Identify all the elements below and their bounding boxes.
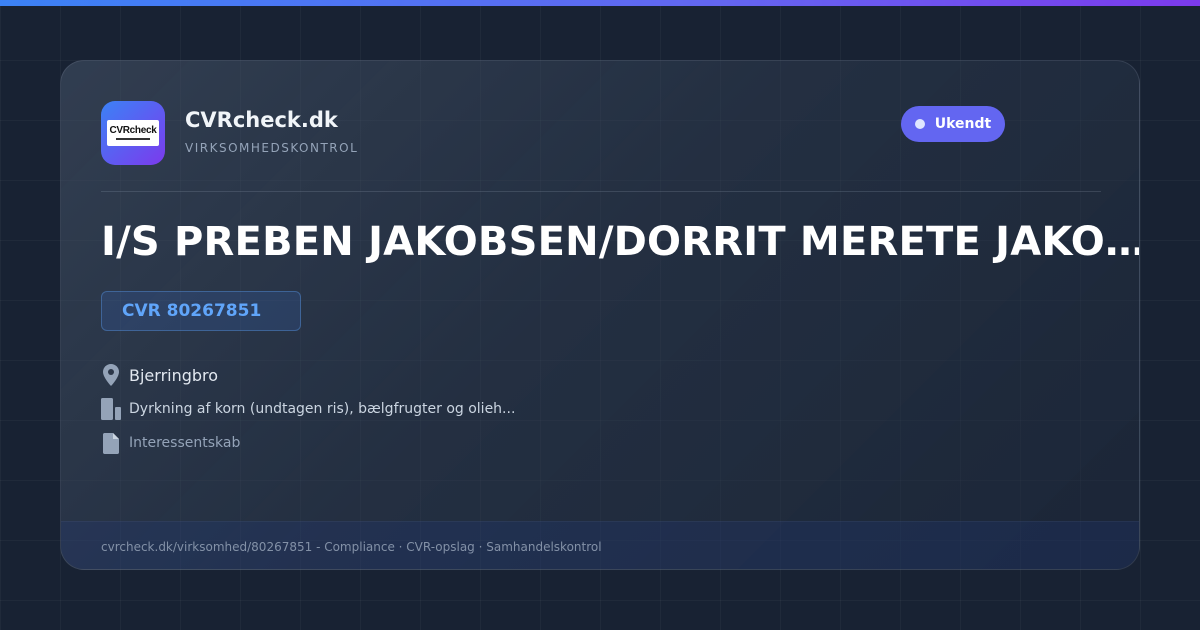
logo-underline (116, 138, 150, 140)
status-label: Ukendt (934, 116, 992, 132)
brand-logo: CVRcheck (101, 101, 165, 165)
company-type: Interessentskab (129, 435, 241, 451)
logo-text: CVRcheck (109, 125, 157, 136)
footer-text: cvrcheck.dk/virksomhed/80267851 - Compli… (101, 539, 602, 554)
company-name: I/S PREBEN JAKOBSEN/DORRIT MERETE JAKOBS… (101, 219, 1140, 265)
brand-tagline: VIRKSOMHEDSKONTROL (185, 141, 359, 155)
info-row-industry: Dyrkning af korn (undtagen ris), bælgfru… (101, 397, 515, 421)
info-row-city: Bjerringbro (101, 363, 218, 387)
building-icon (101, 397, 121, 421)
brand-name: CVRcheck.dk (185, 108, 338, 132)
top-accent-bar (0, 0, 1200, 6)
footer: cvrcheck.dk/virksomhed/80267851 - Compli… (61, 521, 1139, 569)
company-industry: Dyrkning af korn (undtagen ris), bælgfru… (129, 401, 516, 417)
status-dot-icon (914, 119, 925, 129)
cvr-number-badge: CVR 80267851 (101, 291, 301, 331)
company-card: CVRcheck CVRcheck.dk VIRKSOMHEDSKONTROL … (60, 60, 1140, 570)
location-pin-icon (101, 363, 121, 387)
status-badge: Ukendt (901, 106, 1005, 142)
info-row-company-type: Interessentskab (101, 431, 240, 455)
document-icon (101, 431, 121, 455)
header-divider (101, 191, 1101, 192)
company-city: Bjerringbro (129, 365, 219, 385)
logo-plate: CVRcheck (107, 120, 159, 146)
cvr-number: CVR 80267851 (122, 301, 262, 321)
